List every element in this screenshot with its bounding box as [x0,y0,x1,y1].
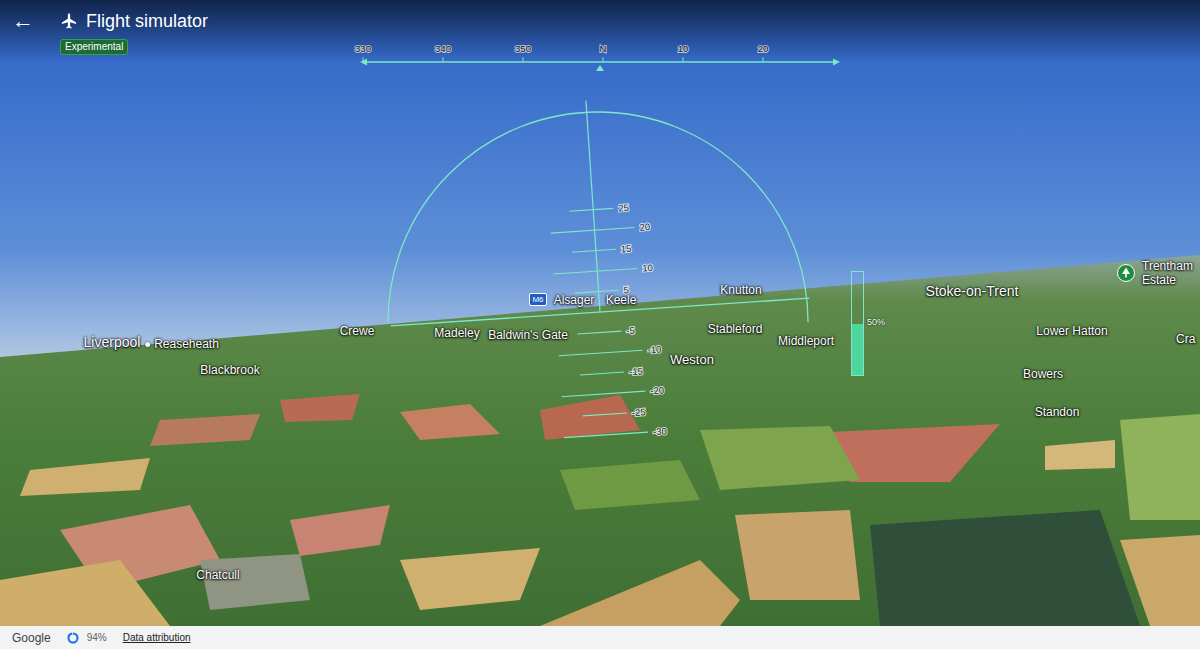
throttle-gauge [851,271,864,376]
place-label: Bowers [1023,368,1063,382]
place-name: Baldwin's Gate [488,328,568,342]
place-name: Trentham Estate [1142,259,1193,287]
pitch-label: 25 [618,202,629,214]
place-name: Cra [1176,332,1195,346]
place-label: Weston [670,353,714,368]
place-label: Chatcull [196,569,239,583]
top-bar: ← Flight simulator Experimental [0,0,1200,62]
flight-hud: 330340350N1020252015105-5-10-15-20-25-30 [0,0,1200,626]
google-logo: Google [12,629,51,647]
place-name: Liverpool [84,334,141,350]
road-shield: M6 [529,293,547,306]
pitch-label: -20 [650,384,664,396]
place-label: Lower Hatton [1036,325,1107,339]
pitch-label: -30 [653,425,667,437]
horizon-line [390,298,809,326]
place-label: Liverpool [84,334,141,350]
back-button[interactable]: ← [12,8,60,34]
place-label: Blackbrook [200,364,259,378]
place-label: Alsager [554,294,595,308]
place-name: Lower Hatton [1036,324,1107,338]
place-label: Standon [1035,406,1080,420]
place-name: Bowers [1023,367,1063,381]
place-label: Middleport [778,335,834,349]
place-name: Chatcull [196,568,239,582]
place-name: Middleport [778,334,834,348]
heading-pointer [596,65,604,71]
place-name: Reaseheath [154,337,219,351]
place-label: Reaseheath [145,338,219,352]
place-label: Keele [606,294,637,308]
place-name: Madeley [434,326,479,340]
park-pin-icon[interactable] [1117,264,1135,282]
loading-percent: 94% [87,630,107,645]
place-name: Stoke-on-Trent [926,283,1019,299]
pitch-label: 20 [639,221,650,233]
pitch-ladder: 252015105-5-10-15-20-25-30 [376,87,818,455]
place-label: Baldwin's Gate [488,329,568,343]
place-label: Stoke-on-Trent [926,283,1019,299]
place-name: Crewe [340,324,375,338]
data-attribution-link[interactable]: Data attribution [123,630,191,645]
place-label: Cra [1176,333,1195,347]
airplane-icon [60,12,78,30]
footer-bar: Google 94% Data attribution [0,626,1200,649]
pitch-label: -15 [629,365,643,377]
terrain-view[interactable]: 330340350N1020252015105-5-10-15-20-25-30… [0,0,1200,626]
pitch-label: -25 [631,406,645,418]
page-title: Flight simulator [86,8,208,34]
place-label: Trentham Estate [1142,260,1200,288]
place-dot-icon [145,342,150,347]
pitch-label: -5 [626,325,635,337]
place-name: Weston [670,352,714,367]
place-name: Alsager [554,293,595,307]
place-name: Knutton [720,283,761,297]
throttle-fill [852,324,863,376]
place-label: Stableford [708,323,763,337]
loading-arc [68,633,77,642]
place-name: Keele [606,293,637,307]
experimental-badge: Experimental [60,39,128,55]
pitch-label: -10 [647,344,661,356]
place-name: Stableford [708,322,763,336]
place-label: Crewe [340,325,375,339]
place-name: Standon [1035,405,1080,419]
place-name: Blackbrook [200,363,259,377]
throttle-reading: 50% [867,317,885,328]
place-label: Madeley [434,327,479,341]
loading-spinner-icon [67,632,79,644]
pitch-label: 10 [642,262,653,274]
terrain-image [0,0,1200,626]
pitch-label: 15 [621,243,632,255]
place-label: Knutton [720,284,761,298]
